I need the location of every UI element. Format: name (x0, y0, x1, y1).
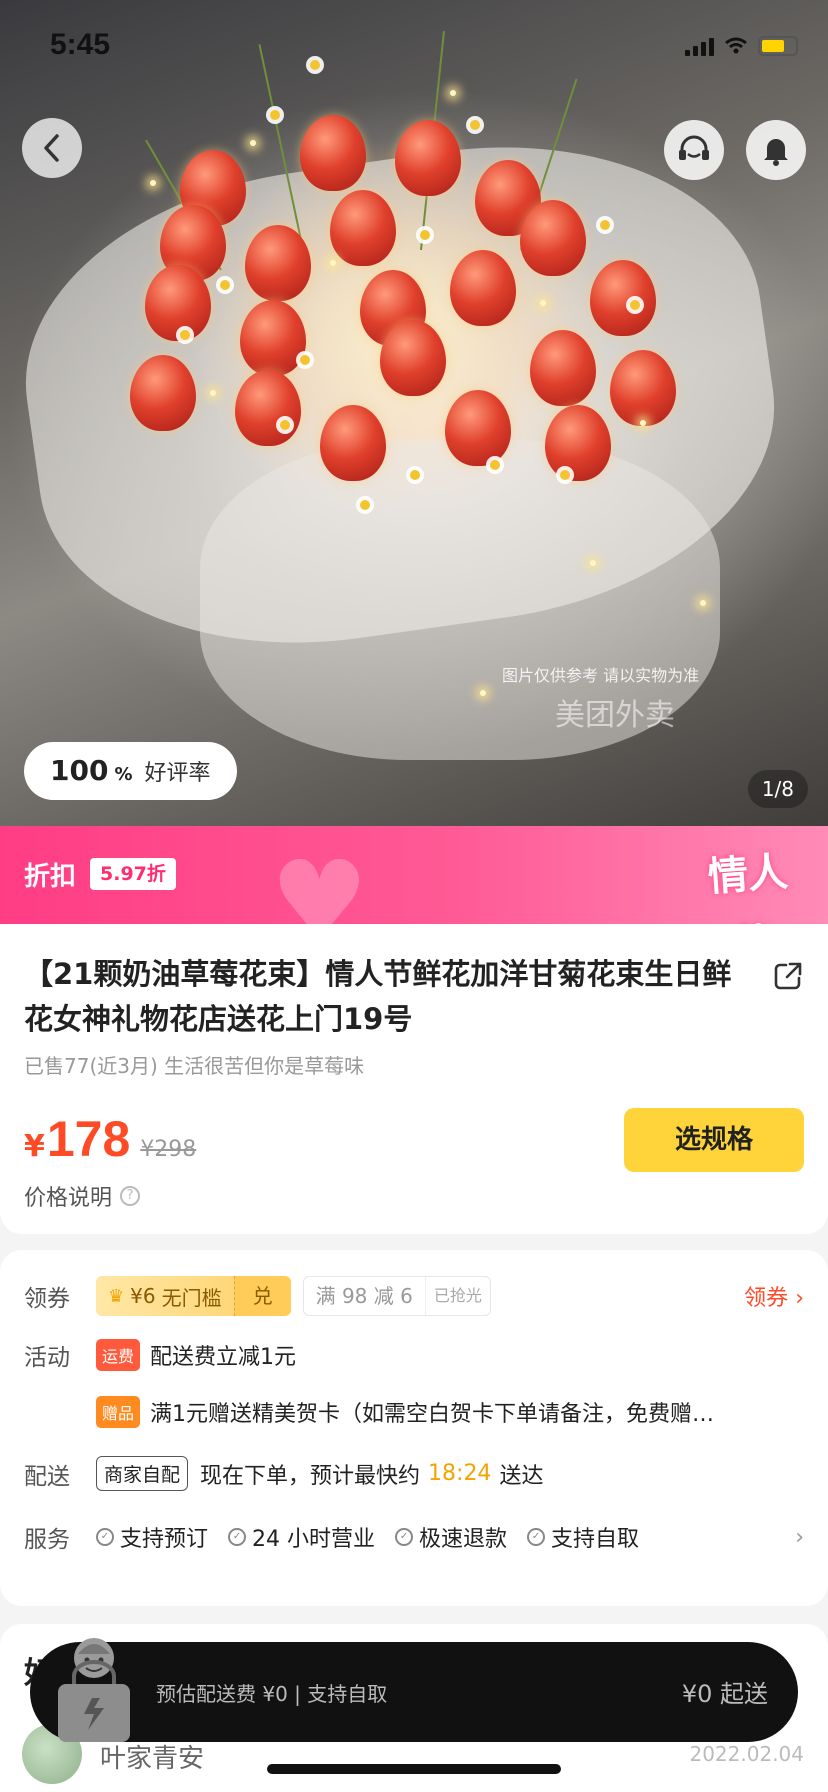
delivery-key: 配送 (24, 1463, 70, 1490)
product-title: 【21颗奶油草莓花束】情人节鲜花加洋甘菊花束生日鲜花女神礼物花店送花上门19号 (24, 957, 732, 1036)
store-coupon-status: 已抢光 (424, 1277, 490, 1315)
question-icon: ? (120, 1186, 141, 1206)
check-icon: ✓ (96, 1528, 114, 1546)
coupon-amount: ¥6 (130, 1284, 156, 1308)
heart-icon: ♥ (270, 837, 369, 924)
home-indicator (267, 1764, 561, 1774)
chevron-left-icon (44, 134, 59, 162)
watermark-logo: 美团外卖 (555, 698, 675, 733)
gift-row: 赠品 满1元赠送精美贺卡（如需空白贺卡下单请备注，免费赠… (24, 1396, 804, 1428)
redeem-button[interactable]: 兑 (233, 1276, 291, 1316)
chevron-right-icon: › (795, 1524, 804, 1550)
check-icon: ✓ (228, 1528, 247, 1546)
price-note-label: 价格说明 (24, 1186, 113, 1211)
check-icon: ✓ (395, 1528, 414, 1546)
review-date: 2022.02.04 (689, 1742, 804, 1766)
cart-bar[interactable]: 预估配送费 ¥0 | 支持自取 ¥0 起送 (30, 1642, 798, 1742)
activity-key: 活动 (24, 1345, 70, 1371)
gift-tag: 赠品 (96, 1396, 141, 1428)
customer-service-button[interactable] (664, 120, 724, 180)
back-button[interactable] (22, 118, 82, 178)
store-info-card: 领券 ♛ ¥6 无门槛 兑 满 98 减 6 已抢光 领券 › 活动 运费 配送费立… (0, 1250, 828, 1606)
discount-label: 折扣 (24, 862, 77, 892)
coupon-row: 领券 ♛ ¥6 无门槛 兑 满 98 减 6 已抢光 领券 › (24, 1276, 804, 1316)
product-card: 【21颗奶油草莓花束】情人节鲜花加洋甘菊花束生日鲜花女神礼物花店送花上门19号 … (0, 924, 828, 1234)
select-spec-button[interactable]: 选规格 (624, 1108, 804, 1172)
coupon-key: 领券 (24, 1286, 70, 1312)
shopping-bag-icon[interactable] (44, 1634, 144, 1746)
battery-icon (758, 36, 798, 56)
headset-icon (679, 135, 709, 160)
activity-tag: 运费 (96, 1339, 141, 1371)
original-price: ¥298 (140, 1137, 197, 1162)
vip-coupon[interactable]: ♛ ¥6 无门槛 兑 (96, 1276, 291, 1316)
service-key: 服务 (24, 1527, 70, 1553)
crown-icon: ♛ (108, 1285, 125, 1307)
delivery-text: 现在下单，预计最快约 (200, 1463, 421, 1489)
signal-icon (685, 36, 714, 56)
notification-button[interactable] (746, 120, 806, 180)
service-row[interactable]: 服务 ✓ 支持预订 ✓ 24 小时营业 ✓ 极速退款 ✓ 支持自取 › (24, 1520, 804, 1554)
valentine-badge: 情人节 (706, 849, 790, 924)
wifi-icon (725, 37, 747, 54)
delivery-suffix: 送达 (499, 1463, 544, 1489)
discount-tag: 5.97折 (90, 858, 176, 890)
activity-text: 配送费立减1元 (150, 1345, 297, 1370)
service-item: ✓ 支持自取 (527, 1521, 639, 1553)
bell-icon (764, 139, 788, 166)
service-item: ✓ 24 小时营业 (228, 1521, 375, 1553)
minimum-order: ¥0 起送 (681, 1680, 768, 1708)
store-coupon-text: 满 98 减 6 (315, 1284, 413, 1308)
sales-info: 已售77(近3月) 生活很苦但你是草莓味 (24, 1054, 365, 1078)
rating-badge: 100% 好评率 (24, 742, 237, 800)
get-coupon-link[interactable]: 领券 › (744, 1280, 804, 1312)
delivery-row: 配送 商家自配 现在下单，预计最快约 18:24 送达 (24, 1456, 804, 1491)
store-coupon: 满 98 减 6 已抢光 (302, 1276, 491, 1316)
current-price: 178 (46, 1111, 131, 1167)
chevron-right-icon: › (795, 1286, 804, 1311)
delivery-fee-info: 预估配送费 ¥0 | 支持自取 (156, 1682, 388, 1706)
gift-text: 满1元赠送精美贺卡（如需空白贺卡下单请备注，免费赠… (150, 1402, 715, 1427)
status-time: 5:45 (50, 28, 111, 61)
rating-value: 100 (50, 754, 109, 787)
rating-unit: % (114, 764, 133, 785)
rating-label: 好评率 (144, 761, 211, 786)
activity-row: 活动 运费 配送费立减1元 (24, 1338, 804, 1372)
check-icon: ✓ (527, 1528, 546, 1546)
get-coupon-label: 领券 (744, 1286, 789, 1311)
image-counter: 1/8 (747, 770, 808, 808)
status-indicators (685, 36, 798, 56)
delivery-tag: 商家自配 (96, 1456, 189, 1491)
currency-symbol: ¥ (24, 1129, 45, 1164)
price-block: ¥ 178 ¥298 (24, 1110, 196, 1168)
service-item: ✓ 支持预订 (96, 1521, 208, 1553)
coupon-condition: 无门槛 (161, 1285, 222, 1310)
service-item: ✓ 极速退款 (395, 1521, 507, 1553)
share-icon[interactable] (772, 960, 804, 992)
discount-banner: ♥ 折扣 5.97折 情人节 (0, 826, 828, 924)
delivery-time: 18:24 (428, 1461, 492, 1486)
price-explanation[interactable]: 价格说明 ? (24, 1180, 141, 1212)
image-disclaimer: 图片仅供参考 请以实物为准 (502, 666, 700, 685)
